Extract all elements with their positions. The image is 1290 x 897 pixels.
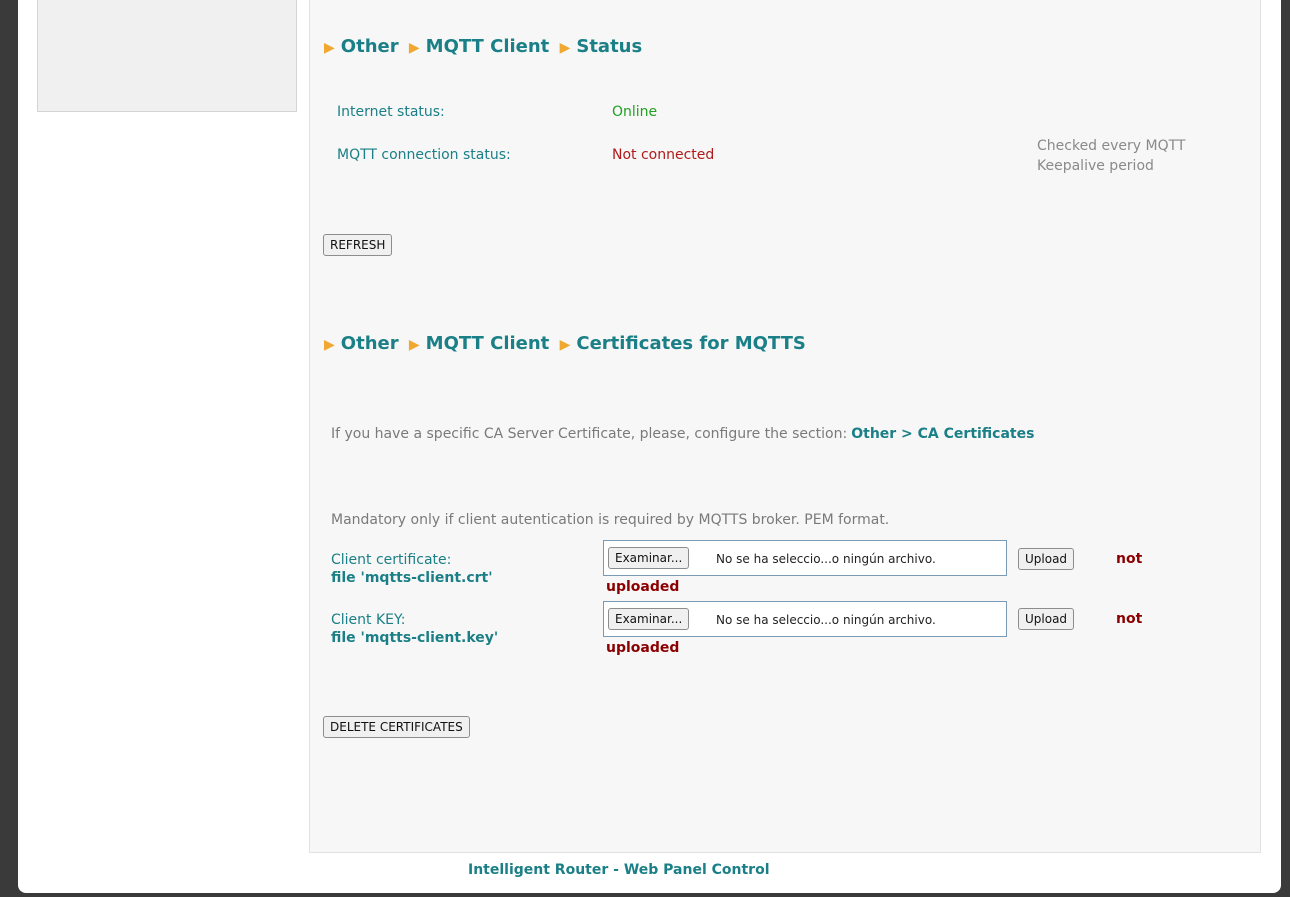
client-key-file-input[interactable]: Examinar... No se ha seleccio...o ningún… <box>603 601 1007 637</box>
mandatory-info: Mandatory only if client autentication i… <box>331 512 890 528</box>
arrow-icon: ▶ <box>408 337 420 353</box>
mqtt-status-value: Not connected <box>612 147 715 163</box>
internet-status-label: Internet status: <box>337 104 445 120</box>
client-key-browse-button[interactable]: Examinar... <box>608 608 690 630</box>
keepalive-note-line: Checked every MQTT <box>1037 138 1186 154</box>
client-cert-status-line2: uploaded <box>606 579 680 595</box>
client-cert-label-group: Client certificate: file 'mqtts-client.c… <box>331 551 493 587</box>
client-key-no-file-text: No se ha seleccio...o ningún archivo. <box>716 613 936 627</box>
refresh-button[interactable]: REFRESH <box>323 234 393 256</box>
arrow-icon: ▶ <box>324 40 335 56</box>
ca-info: If you have a specific CA Server Certifi… <box>331 426 1034 442</box>
arrow-icon: ▶ <box>408 40 420 56</box>
breadcrumb-item[interactable]: MQTT Client <box>426 36 550 57</box>
keepalive-note: Checked every MQTT Keepalive period <box>1037 136 1237 176</box>
footer-title: Intelligent Router - Web Panel Control <box>468 862 770 878</box>
breadcrumb-certificates: ▶ Other ▶ MQTT Client ▶ Certificates for MQ… <box>324 333 810 354</box>
mqtt-status-label: MQTT connection status: <box>337 147 511 163</box>
client-cert-label: Client certificate: <box>331 552 452 568</box>
breadcrumb-status: ▶ Other ▶ MQTT Client ▶ Status <box>324 36 646 57</box>
arrow-icon: ▶ <box>559 337 571 353</box>
client-key-upload-button[interactable]: Upload <box>1018 608 1075 630</box>
breadcrumb-item: Certificates for MQTTS <box>576 333 806 354</box>
breadcrumb-item[interactable]: Other <box>341 333 399 354</box>
client-key-label: Client KEY: <box>331 612 406 628</box>
breadcrumb-item: Status <box>576 36 643 57</box>
client-cert-file-input[interactable]: Examinar... No se ha seleccio...o ningún… <box>603 540 1007 576</box>
client-key-status: not <box>1116 611 1143 627</box>
client-key-label-group: Client KEY: file 'mqtts-client.key' <box>331 611 498 647</box>
client-cert-status: not <box>1116 551 1143 567</box>
client-cert-filename: file 'mqtts-client.crt' <box>331 570 493 586</box>
client-cert-upload-button[interactable]: Upload <box>1018 548 1075 570</box>
keepalive-note-line: Keepalive period <box>1037 158 1154 174</box>
arrow-icon: ▶ <box>324 337 335 353</box>
sidebar-panel <box>37 0 297 112</box>
internet-status-value: Online <box>612 104 658 120</box>
ca-certificates-link[interactable]: Other > CA Certificates <box>851 426 1034 442</box>
client-key-filename: file 'mqtts-client.key' <box>331 630 499 646</box>
delete-certificates-button[interactable]: DELETE CERTIFICATES <box>323 716 470 738</box>
ca-info-text: If you have a specific CA Server Certifi… <box>331 426 848 442</box>
main-content: ▶ Other ▶ MQTT Client ▶ Status Internet sta… <box>309 0 1261 853</box>
arrow-icon: ▶ <box>559 40 571 56</box>
client-cert-no-file-text: No se ha seleccio...o ningún archivo. <box>716 552 936 566</box>
breadcrumb-item[interactable]: MQTT Client <box>426 333 550 354</box>
breadcrumb-item[interactable]: Other <box>341 36 399 57</box>
page: ▶ Other ▶ MQTT Client ▶ Status Internet sta… <box>18 0 1281 893</box>
client-cert-browse-button[interactable]: Examinar... <box>608 547 690 569</box>
client-key-status-line2: uploaded <box>606 640 680 656</box>
